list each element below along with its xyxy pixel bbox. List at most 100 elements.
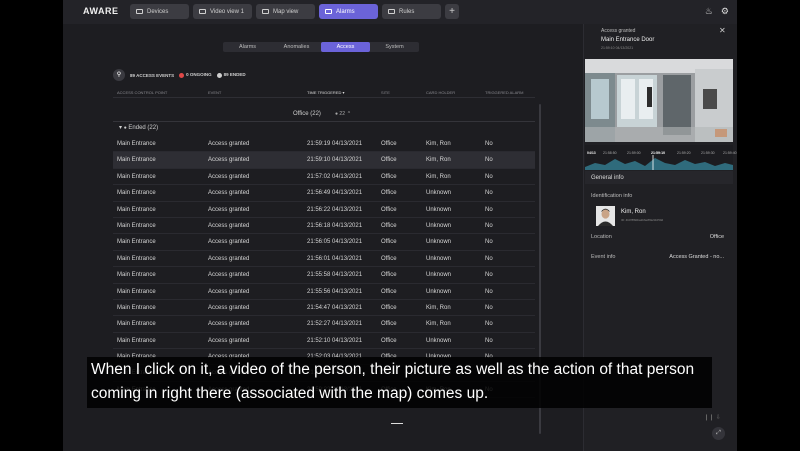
expand-icon[interactable]: ⤢ <box>712 427 725 440</box>
col-triggered-alarm[interactable]: TRIGGERED ALARM <box>485 90 523 95</box>
cell-event: Access granted <box>208 255 250 262</box>
cell-access-point: Main Entrance <box>117 206 156 213</box>
ongoing-dot-icon <box>179 72 185 78</box>
cell-time: 21:57:02 04/13/2021 <box>307 173 363 180</box>
cell-site: Office <box>381 321 397 328</box>
ended-count: 89 ENDED <box>216 72 246 78</box>
table-row[interactable]: Main Entrance Access granted 21:56:18 04/1… <box>113 218 535 235</box>
tab-video-view[interactable]: Video view 1 <box>193 4 252 19</box>
subtab-alarms[interactable]: Alarms <box>223 42 272 52</box>
video-caption: When I click on it, a video of the perso… <box>87 357 712 408</box>
cell-access-point: Main Entrance <box>117 222 156 229</box>
video-timeline[interactable]: 04/13 21:58:50 21:59:00 21:59:10 21:59:2… <box>585 145 737 170</box>
location-value: Office <box>709 234 724 240</box>
person-photo <box>596 206 615 226</box>
cell-card-holder: Kim, Ron <box>426 321 451 328</box>
tab-devices[interactable]: Devices <box>130 4 189 19</box>
event-summary: ⚲ 89 ACCESS EVENTS 0 ONGOING 89 ENDED <box>113 69 246 81</box>
gear-icon[interactable]: ⚙ <box>721 6 729 17</box>
alarm-icon <box>325 9 332 14</box>
col-access-control-point[interactable]: ACCESS CONTROL POINT <box>117 90 167 95</box>
cell-time: 21:54:47 04/13/2021 <box>307 304 363 311</box>
location-row: Location Office <box>591 234 724 240</box>
tab-alarms[interactable]: Alarms <box>319 4 378 19</box>
chevron-up-icon[interactable]: ^ <box>348 111 350 117</box>
table-row[interactable]: Main Entrance Access granted 21:56:22 04/1… <box>113 202 535 218</box>
subtab-anomalies[interactable]: Anomalies <box>272 42 321 52</box>
cell-time: 21:55:58 04/13/2021 <box>307 272 363 279</box>
group-label: Office (22) <box>293 111 321 117</box>
ended-dot-icon <box>216 72 222 78</box>
group-count: ● 22 ^ <box>335 111 351 117</box>
table-row[interactable]: Main Entrance Access granted 21:55:58 04/1… <box>113 267 535 284</box>
table-row[interactable]: Main Entrance Access granted 21:52:27 04/1… <box>113 316 535 333</box>
cell-event: Access granted <box>208 206 250 213</box>
table-row[interactable]: Main Entrance Access granted 21:52:10 04/1… <box>113 333 535 350</box>
col-site[interactable]: SITE <box>381 90 390 95</box>
cell-event: Access granted <box>208 337 250 344</box>
cell-site: Office <box>381 288 397 295</box>
add-tab-button[interactable]: + <box>445 4 459 19</box>
cell-access-point: Main Entrance <box>117 157 156 164</box>
cell-time: 21:59:19 04/13/2021 <box>307 141 363 147</box>
col-card-holder[interactable]: CARD HOLDER <box>426 90 455 95</box>
subgroup-ended[interactable]: ▾ ● Ended (22) <box>119 124 158 131</box>
table-row[interactable]: Main Entrance Access granted 21:59:10 04/1… <box>113 152 535 169</box>
close-icon[interactable]: ✕ <box>719 26 726 35</box>
col-event[interactable]: EVENT <box>208 90 221 95</box>
cell-event: Access granted <box>208 157 250 164</box>
tab-rules[interactable]: Rules <box>382 4 441 19</box>
cell-triggered-alarm: No <box>485 157 493 164</box>
pause-icon[interactable]: ❙❙ ⇩ <box>704 414 721 421</box>
cell-site: Office <box>381 304 397 311</box>
cell-triggered-alarm: No <box>485 206 493 213</box>
table-row[interactable]: Main Entrance Access granted 21:57:02 04/1… <box>113 169 535 186</box>
search-icon[interactable]: ⚲ <box>113 69 125 81</box>
cell-triggered-alarm: No <box>485 173 493 180</box>
cell-event: Access granted <box>208 141 250 147</box>
event-video[interactable] <box>585 59 733 142</box>
cell-access-point: Main Entrance <box>117 255 156 262</box>
cell-triggered-alarm: No <box>485 304 493 311</box>
general-info-header[interactable]: General info <box>585 171 733 184</box>
table-row[interactable]: Main Entrance Access granted 21:59:19 04/1… <box>113 136 535 153</box>
alarm-subtabs: Alarms Anomalies Access System <box>223 42 419 52</box>
event-info-row: Event info Access Granted - no... <box>591 254 724 260</box>
cell-access-point: Main Entrance <box>117 288 156 295</box>
subtab-access[interactable]: Access <box>321 42 370 52</box>
cell-time: 21:56:01 04/13/2021 <box>307 255 363 262</box>
table-header: ACCESS CONTROL POINT EVENT TIME TRIGGERE… <box>113 88 535 98</box>
cell-triggered-alarm: No <box>485 222 493 229</box>
cell-time: 21:52:10 04/13/2021 <box>307 337 363 344</box>
cell-access-point: Main Entrance <box>117 337 156 344</box>
cell-card-holder: Kim, Ron <box>426 141 451 147</box>
cell-time: 21:56:18 04/13/2021 <box>307 222 363 229</box>
cell-triggered-alarm: No <box>485 255 493 262</box>
group-office[interactable]: Office (22) ● 22 ^ <box>113 108 535 122</box>
table-row[interactable]: Main Entrance Access granted 21:56:49 04/1… <box>113 185 535 202</box>
top-icons: ♨ ⚙ <box>705 6 729 17</box>
ongoing-count: 0 ONGOING <box>179 72 212 78</box>
subtab-system[interactable]: System <box>370 42 419 52</box>
cell-access-point: Main Entrance <box>117 304 156 311</box>
cell-site: Office <box>381 190 397 197</box>
table-row[interactable]: Main Entrance Access granted 21:56:05 04/1… <box>113 234 535 251</box>
table-row[interactable]: Main Entrance Access granted 21:56:01 04/1… <box>113 251 535 268</box>
cell-triggered-alarm: No <box>485 288 493 295</box>
map-icon <box>262 9 269 14</box>
table-row[interactable]: Main Entrance Access granted 21:55:56 04/1… <box>113 284 535 300</box>
table-row[interactable]: Main Entrance Access granted 21:54:47 04/1… <box>113 300 535 317</box>
col-time-triggered[interactable]: TIME TRIGGERED ▾ <box>307 90 345 95</box>
tab-map-view[interactable]: Map view <box>256 4 315 19</box>
cell-card-holder: Unknown <box>426 255 452 262</box>
cell-site: Office <box>381 141 397 147</box>
bell-icon[interactable]: ♨ <box>705 6 713 17</box>
ended-circle-icon: ● <box>123 125 127 131</box>
cell-site: Office <box>381 239 397 246</box>
cell-time: 21:56:05 04/13/2021 <box>307 239 363 246</box>
cell-event: Access granted <box>208 239 250 246</box>
cell-site: Office <box>381 157 397 164</box>
bottom-drag-handle[interactable] <box>391 423 403 424</box>
total-events: 89 ACCESS EVENTS <box>130 72 175 78</box>
chevron-down-icon: ▾ <box>119 125 123 131</box>
